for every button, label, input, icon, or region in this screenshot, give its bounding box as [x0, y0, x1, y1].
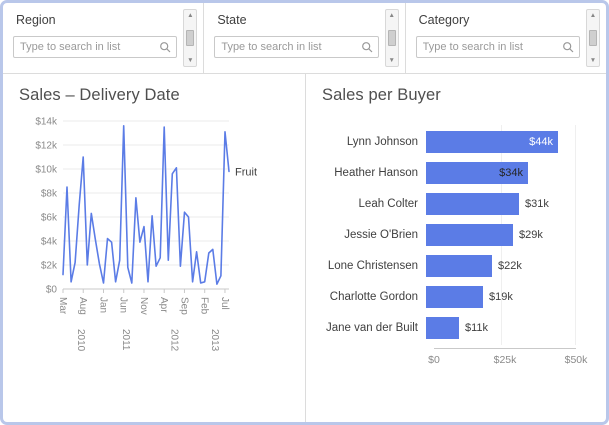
scroll-thumb[interactable]: [589, 30, 597, 46]
x-axis-year-label: 2012: [168, 329, 179, 352]
bar-value-label: $19k: [489, 291, 513, 303]
bar-category-label: Lynn Johnson: [322, 136, 426, 148]
y-axis-tick-label: $2k: [41, 261, 58, 272]
scrollbar[interactable]: ▲ ▼: [586, 9, 600, 67]
y-axis-tick-label: $0: [46, 285, 58, 296]
y-axis-tick-label: $12k: [35, 141, 58, 152]
scrollbar[interactable]: ▲ ▼: [385, 9, 399, 67]
sales-delivery-panel: Sales – Delivery Date $0 $2k $4k $6k $8k $10k…: [3, 74, 306, 422]
x-axis-month-label: Jul: [219, 297, 230, 310]
charts-row: Sales – Delivery Date $0 $2k $4k $6k $8k $10k…: [3, 74, 606, 422]
bar-value-label: $11k: [465, 322, 488, 334]
bar-track: $19k: [426, 286, 576, 308]
bar-track: $31k: [426, 193, 576, 215]
search-box: [416, 36, 580, 58]
x-axis-month-label: Apr: [158, 297, 169, 313]
x-axis-month-label: Aug: [77, 297, 88, 315]
search-input[interactable]: [423, 41, 559, 53]
x-axis-month-label: Jun: [118, 297, 129, 313]
bar-row: Lynn Johnson $44k: [322, 131, 590, 153]
search-box: [13, 36, 177, 58]
bar[interactable]: [426, 193, 519, 215]
bar-row: Lone Christensen $22k: [322, 255, 590, 277]
bar-row: Jessie O'Brien $29k: [322, 224, 590, 246]
scroll-thumb[interactable]: [186, 30, 194, 46]
bar-category-label: Heather Hanson: [322, 167, 426, 179]
search-icon[interactable]: [562, 41, 575, 54]
sales-delivery-line-chart[interactable]: $0 $2k $4k $6k $8k $10k $12k $14k Mar Aug Jan Jun No…: [19, 109, 297, 381]
bar-row: Jane van der Built $11k: [322, 317, 590, 339]
scroll-down-icon[interactable]: ▼: [590, 57, 596, 64]
bar-category-label: Lone Christensen: [322, 260, 426, 272]
sales-per-buyer-bar-chart: Lynn Johnson $44k Heather Hanson $34k Leah C…: [322, 131, 590, 368]
bar-x-axis: $0$25k$50k: [434, 348, 576, 368]
bar-value-label: $31k: [525, 198, 549, 210]
bar-category-label: Leah Colter: [322, 198, 426, 210]
bar-category-label: Charlotte Gordon: [322, 291, 426, 303]
bar-value-label: $34k: [499, 167, 523, 179]
bar-value-label: $29k: [519, 229, 543, 241]
bar-row: Charlotte Gordon $19k: [322, 286, 590, 308]
x-axis-month-label: Feb: [199, 297, 210, 315]
bar-chart-title: Sales per Buyer: [322, 86, 590, 105]
bar-row: Leah Colter $31k: [322, 193, 590, 215]
x-axis-month-label: Sep: [178, 297, 189, 315]
x-axis-year-label: 2013: [209, 329, 220, 352]
search-input[interactable]: [221, 41, 357, 53]
x-axis-tick-label: $0: [428, 354, 440, 366]
search-icon[interactable]: [159, 41, 172, 54]
x-axis-year-label: 2010: [75, 329, 86, 352]
y-axis-tick-label: $4k: [41, 237, 58, 248]
search-box: [214, 36, 378, 58]
series-label: Fruit: [235, 166, 257, 178]
bar-row: Heather Hanson $34k: [322, 162, 590, 184]
search-input[interactable]: [20, 41, 156, 53]
x-axis-month-label: Nov: [138, 297, 149, 315]
scroll-down-icon[interactable]: ▼: [388, 57, 394, 64]
filter-label: Category: [419, 13, 580, 27]
bar[interactable]: [426, 286, 483, 308]
bar[interactable]: [426, 317, 459, 339]
bar-track: $44k: [426, 131, 576, 153]
bar[interactable]: [426, 255, 492, 277]
sales-line[interactable]: [63, 126, 229, 284]
search-icon[interactable]: [361, 41, 374, 54]
bar[interactable]: [426, 224, 513, 246]
x-axis-month-label: Mar: [57, 297, 68, 315]
scroll-up-icon[interactable]: ▲: [388, 12, 394, 19]
y-axis-tick-label: $6k: [41, 213, 58, 224]
bar-value-label: $44k: [529, 136, 553, 148]
filter-category: Category ▲ ▼: [405, 3, 606, 73]
bar-track: $34k: [426, 162, 576, 184]
bar-track: $29k: [426, 224, 576, 246]
y-axis-tick-label: $14k: [35, 117, 58, 128]
filter-label: State: [217, 13, 378, 27]
y-axis-tick-label: $8k: [41, 189, 58, 200]
bar-track: $11k: [426, 317, 576, 339]
filter-row: Region ▲ ▼ State ▲: [3, 3, 606, 74]
filter-state: State ▲ ▼: [203, 3, 404, 73]
bar[interactable]: $44k: [426, 131, 558, 153]
dashboard: Region ▲ ▼ State ▲: [0, 0, 609, 425]
scroll-up-icon[interactable]: ▲: [590, 12, 596, 19]
x-axis-tick-label: $25k: [494, 354, 517, 366]
scrollbar[interactable]: ▲ ▼: [183, 9, 197, 67]
bar-category-label: Jane van der Built: [322, 322, 426, 334]
scroll-thumb[interactable]: [388, 30, 396, 46]
x-axis-year-label: 2011: [120, 329, 131, 351]
line-chart-title: Sales – Delivery Date: [19, 86, 299, 105]
sales-per-buyer-panel: Sales per Buyer Lynn Johnson $44k Heather …: [306, 74, 606, 422]
scroll-down-icon[interactable]: ▼: [187, 57, 193, 64]
x-axis-tick-label: $50k: [565, 354, 588, 366]
bar-category-label: Jessie O'Brien: [322, 229, 426, 241]
filter-label: Region: [16, 13, 177, 27]
scroll-up-icon[interactable]: ▲: [187, 12, 193, 19]
bar-value-label: $22k: [498, 260, 522, 272]
bar[interactable]: $34k: [426, 162, 528, 184]
x-axis-month-label: Jan: [97, 297, 108, 313]
bar-track: $22k: [426, 255, 576, 277]
y-axis-tick-label: $10k: [35, 165, 58, 176]
filter-region: Region ▲ ▼: [3, 3, 203, 73]
